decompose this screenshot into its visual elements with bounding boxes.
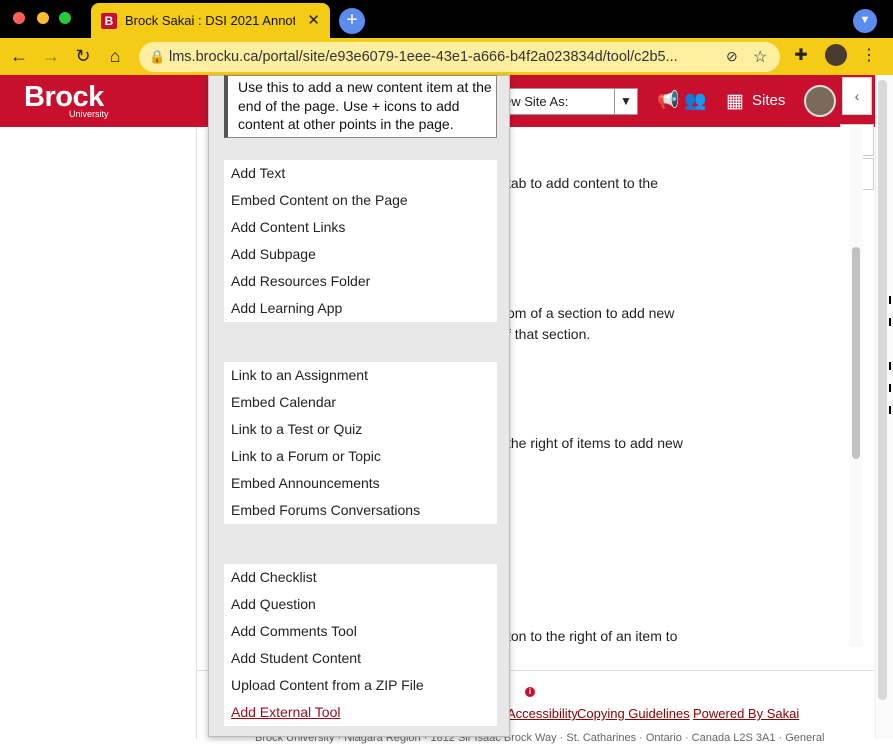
- extensions-puzzle-icon[interactable]: ✚: [790, 45, 812, 67]
- brock-favicon-icon: B: [101, 13, 117, 29]
- menu-item-link-test[interactable]: Link to a Test or Quiz: [224, 416, 497, 443]
- close-window-button[interactable]: [13, 12, 25, 24]
- footer-link-accessibility[interactable]: Accessibility: [507, 706, 578, 721]
- content-text: om of a section to add new: [507, 305, 675, 321]
- reload-icon[interactable]: ↻: [72, 45, 94, 67]
- maximize-window-button[interactable]: [59, 12, 71, 24]
- brock-logo-sub: University: [69, 109, 109, 119]
- sites-button[interactable]: Sites: [752, 92, 785, 109]
- grid-icon[interactable]: ▦: [726, 90, 744, 113]
- home-icon[interactable]: ⌂: [104, 45, 126, 67]
- content-text: the right of items to add new: [507, 435, 683, 451]
- menu-item-add-learning-app[interactable]: Add Learning App: [224, 295, 497, 322]
- scroll-marker: [889, 406, 891, 414]
- menu-item-embed-content[interactable]: Embed Content on the Page: [224, 187, 497, 214]
- menu-item-add-question[interactable]: Add Question: [224, 591, 497, 618]
- menu-group-interactive: Add Checklist Add Question Add Comments …: [224, 564, 497, 726]
- footer-link-powered[interactable]: Powered By Sakai: [693, 706, 799, 721]
- chrome-menu-icon[interactable]: ▼: [853, 9, 877, 33]
- bookmark-star-icon[interactable]: ☆: [753, 47, 767, 67]
- browser-titlebar: B Brock Sakai : DSI 2021 Annotat ✕ + ▼: [0, 0, 893, 39]
- tab-close-icon[interactable]: ✕: [307, 11, 320, 29]
- menu-item-embed-announcements[interactable]: Embed Announcements: [224, 470, 497, 497]
- view-site-as-select[interactable]: ew Site As: ▼: [495, 88, 638, 115]
- info-icon: i: [525, 687, 535, 697]
- chevron-left-icon[interactable]: ‹: [842, 77, 872, 115]
- content-text: ton to the right of an item to: [507, 628, 678, 644]
- tracking-blocked-icon[interactable]: ⊘: [726, 48, 738, 65]
- menu-item-add-text[interactable]: Add Text: [224, 160, 497, 187]
- chevron-down-icon: ▼: [614, 89, 637, 114]
- footer-link-copying[interactable]: Copying Guidelines: [577, 706, 690, 721]
- new-tab-button[interactable]: +: [339, 8, 365, 34]
- browser-tab[interactable]: B Brock Sakai : DSI 2021 Annotat ✕: [91, 3, 330, 39]
- content-text: tab to add content to the: [507, 175, 659, 191]
- content-text: f that section.: [507, 326, 591, 342]
- scroll-marker: [889, 362, 891, 370]
- menu-item-add-resources-folder[interactable]: Add Resources Folder: [224, 268, 497, 295]
- tooltip-text: Use this to add a new content item at th…: [238, 79, 492, 132]
- menu-item-add-external-tool[interactable]: Add External Tool: [224, 699, 497, 726]
- lock-icon: 🔒: [149, 49, 166, 64]
- profile-avatar[interactable]: [825, 44, 847, 66]
- view-site-as-label: ew Site As:: [504, 94, 569, 109]
- menu-item-link-forum[interactable]: Link to a Forum or Topic: [224, 443, 497, 470]
- menu-group-tools: Link to an Assignment Embed Calendar Lin…: [224, 362, 497, 524]
- more-menu-icon[interactable]: ⋮: [858, 45, 880, 67]
- page-scrollbar-thumb[interactable]: [878, 80, 887, 700]
- browser-toolbar: ← → ↻ ⌂ 🔒 lms.brocku.ca/portal/site/e93e…: [0, 38, 893, 75]
- menu-item-add-subpage[interactable]: Add Subpage: [224, 241, 497, 268]
- menu-item-link-assignment[interactable]: Link to an Assignment: [224, 362, 497, 389]
- menu-item-upload-zip[interactable]: Upload Content from a ZIP File: [224, 672, 497, 699]
- megaphone-icon[interactable]: 📢: [657, 90, 679, 111]
- add-content-tooltip: Use this to add a new content item at th…: [224, 75, 497, 138]
- forward-arrow-icon[interactable]: →: [40, 45, 62, 67]
- scroll-marker: [889, 384, 891, 392]
- back-arrow-icon[interactable]: ←: [8, 45, 30, 67]
- scroll-marker: [889, 318, 891, 326]
- menu-item-add-content-links[interactable]: Add Content Links: [224, 214, 497, 241]
- menu-group-content: Add Text Embed Content on the Page Add C…: [224, 160, 497, 322]
- menu-item-embed-calendar[interactable]: Embed Calendar: [224, 389, 497, 416]
- address-bar[interactable]: 🔒 lms.brocku.ca/portal/site/e93e6079-1ee…: [139, 42, 780, 72]
- user-avatar[interactable]: [804, 85, 836, 117]
- menu-item-add-student-content[interactable]: Add Student Content: [224, 645, 497, 672]
- menu-item-embed-forums[interactable]: Embed Forums Conversations: [224, 497, 497, 524]
- minimize-window-button[interactable]: [37, 12, 49, 24]
- tab-title: Brock Sakai : DSI 2021 Annotat: [125, 13, 295, 28]
- url-text: lms.brocku.ca/portal/site/e93e6079-1eee-…: [169, 49, 678, 65]
- menu-item-add-checklist[interactable]: Add Checklist: [224, 564, 497, 591]
- scroll-marker: [889, 296, 891, 304]
- content-scrollbar-thumb[interactable]: [852, 247, 860, 459]
- menu-item-add-comments[interactable]: Add Comments Tool: [224, 618, 497, 645]
- users-icon[interactable]: 👥: [684, 90, 706, 111]
